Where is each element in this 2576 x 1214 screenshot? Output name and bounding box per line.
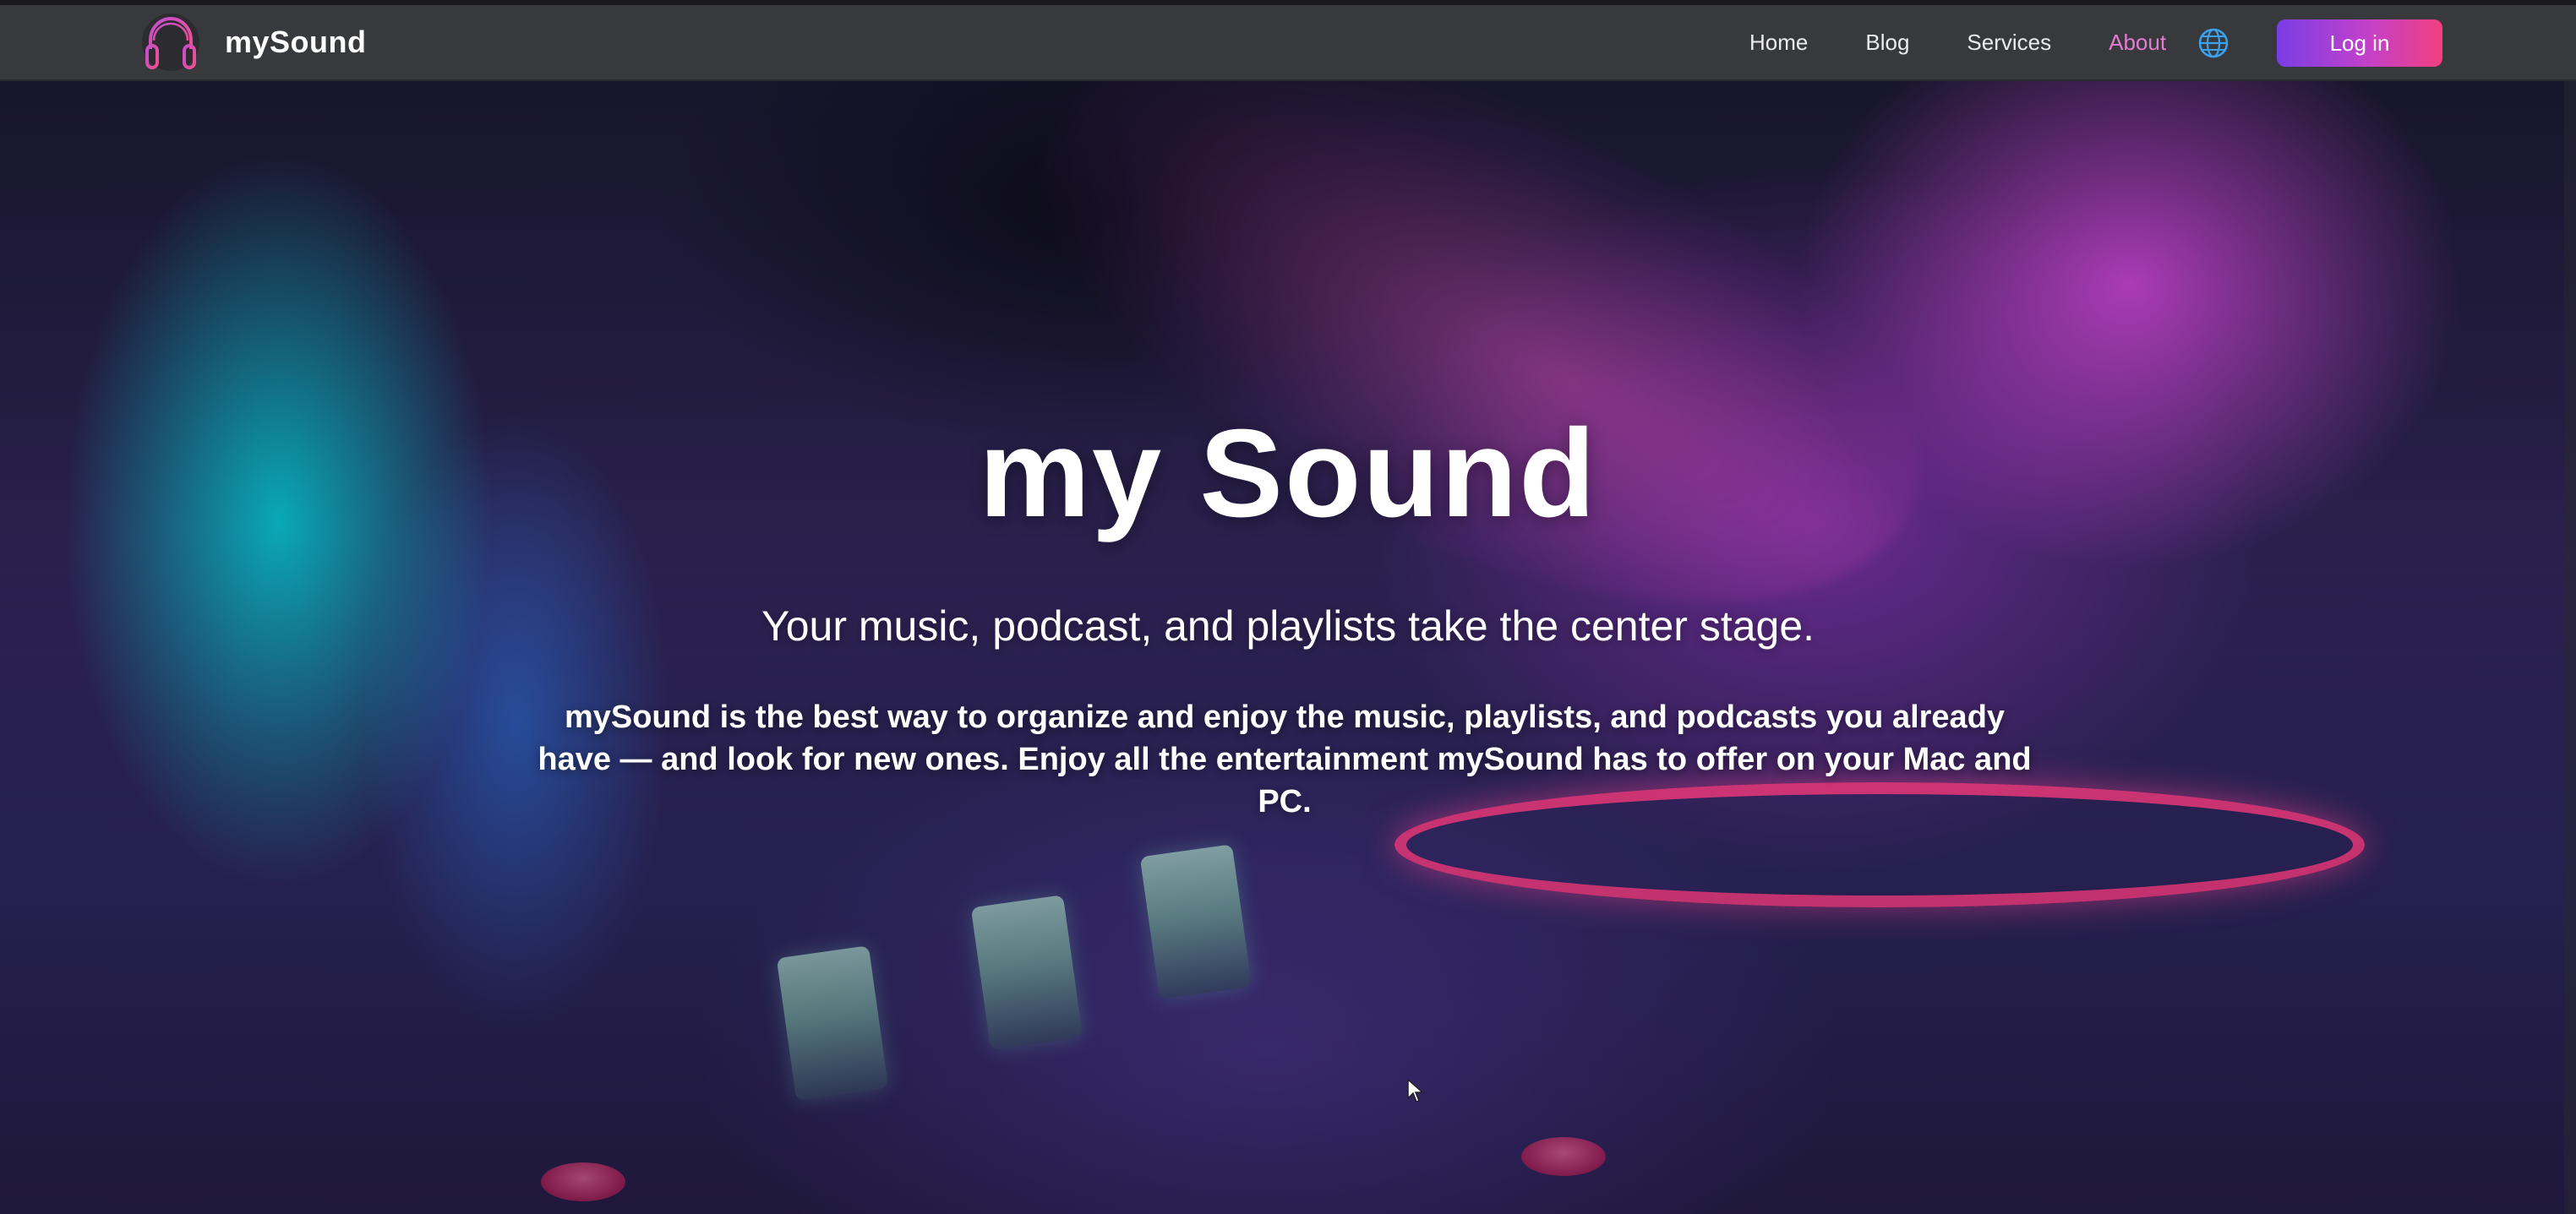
top-navbar: mySound Home Blog Services About Log in — [0, 5, 2576, 81]
nav-about[interactable]: About — [2109, 30, 2166, 56]
main-nav: Home Blog Services About — [1749, 5, 2224, 79]
hero-title: my Sound — [979, 404, 1597, 543]
globe-icon[interactable] — [2197, 27, 2229, 59]
brand[interactable]: mySound — [139, 12, 367, 73]
hero-section: my Sound Your music, podcast, and playli… — [0, 81, 2576, 1214]
nav-services[interactable]: Services — [1967, 30, 2051, 56]
login-button[interactable]: Log in — [2277, 19, 2442, 67]
nav-home[interactable]: Home — [1749, 30, 1808, 56]
headphones-icon — [142, 14, 199, 71]
brand-name: mySound — [225, 24, 367, 59]
hero-subtitle: Your music, podcast, and playlists take … — [761, 602, 1815, 650]
hero-description: mySound is the best way to organize and … — [538, 700, 2032, 819]
mouse-cursor-icon — [1407, 1078, 1424, 1102]
page-scrollbar[interactable] — [2564, 81, 2576, 1214]
nav-blog[interactable]: Blog — [1865, 30, 1909, 56]
